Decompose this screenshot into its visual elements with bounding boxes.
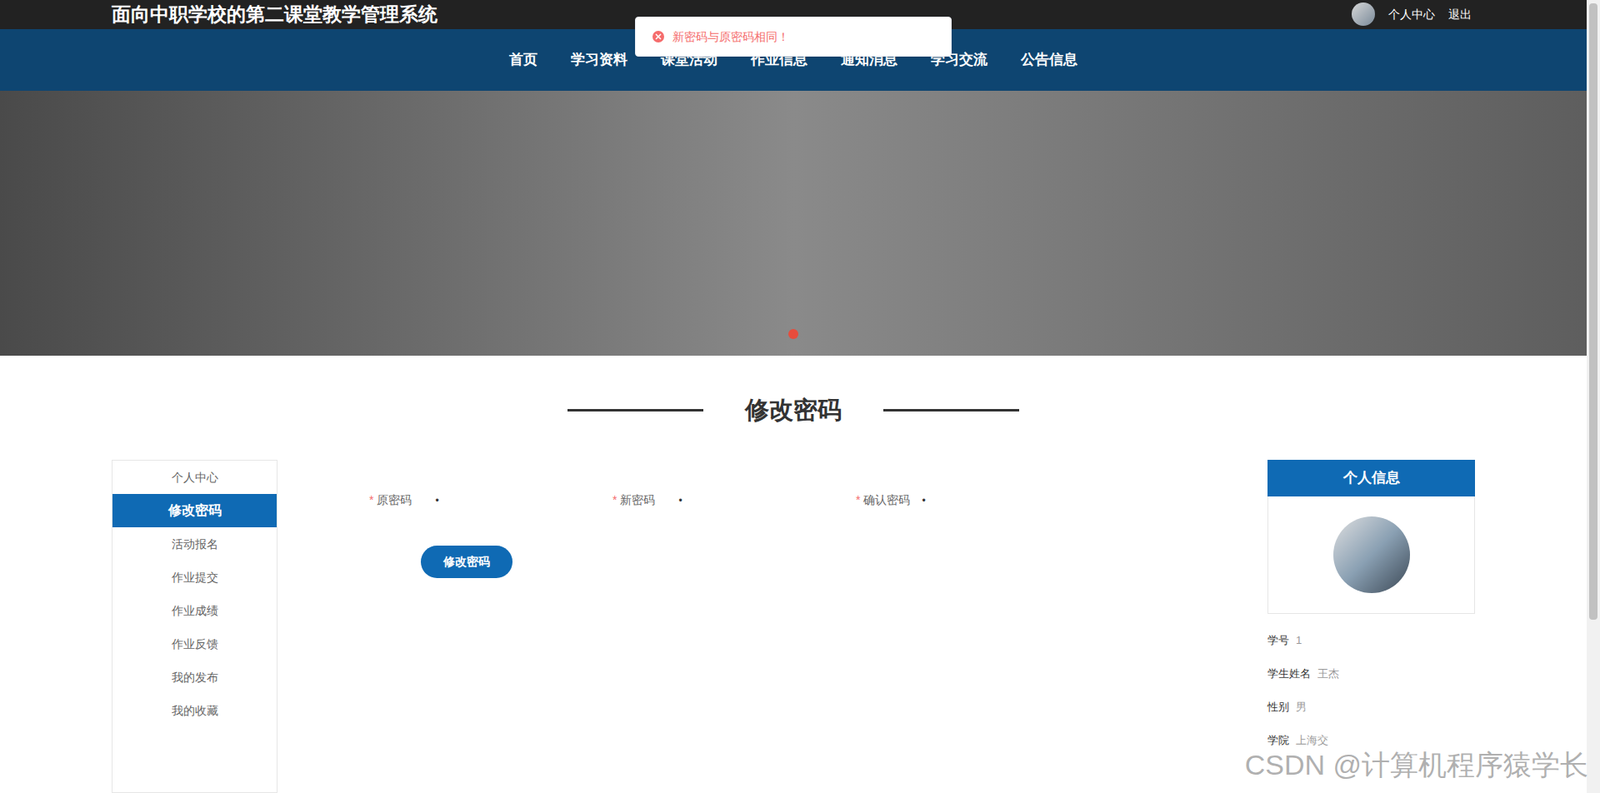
sidebar-item[interactable]: 作业提交 [112,560,277,595]
nav-item[interactable]: 学习资料 [570,49,628,71]
sidebar: 个人中心修改密码活动报名作业提交作业成绩作业反馈我的发布我的收藏 [111,460,278,793]
sidebar-item[interactable]: 活动报名 [112,527,277,561]
field-label: 新密码 [620,491,679,510]
nav-item[interactable]: 公告信息 [1020,49,1078,71]
content: 个人中心修改密码活动报名作业提交作业成绩作业反馈我的发布我的收藏*原密码•*新密… [111,460,1475,793]
page: 面向中职学校的第二课堂教学管理系统个人中心退出首页学习资料课堂活动作业信息通知消… [0,0,1600,793]
sidebar-item[interactable]: 修改密码 [112,494,277,528]
submit-button[interactable]: 修改密码 [420,545,513,579]
password-input[interactable]: • [678,493,804,509]
main: 面向中职学校的第二课堂教学管理系统个人中心退出首页学习资料课堂活动作业信息通知消… [0,0,1587,793]
toast-message: 新密码与原密码相同！ [672,28,790,46]
sidebar-item[interactable]: 作业成绩 [112,594,277,628]
profile-row: 学院上海交 [1267,724,1475,758]
heading-line [567,409,704,412]
heading-line [883,409,1020,412]
user-link[interactable]: 个人中心 [1388,5,1435,24]
banner [0,90,1587,355]
sidebar-item[interactable]: 我的收藏 [112,694,277,728]
site-title: 面向中职学校的第二课堂教学管理系统 [111,0,438,30]
sidebar-item[interactable]: 作业反馈 [112,627,277,661]
profile-header: 个人信息 [1267,460,1475,497]
user-link[interactable]: 退出 [1448,5,1472,24]
form-field: *确认密码• [855,491,1073,510]
profile-row: 性别男 [1267,690,1475,725]
sidebar-item[interactable]: 我的发布 [112,660,277,695]
page-heading: 修改密码 [0,355,1587,461]
nav-item[interactable]: 首页 [509,49,538,71]
user-avatar-icon[interactable] [1351,2,1375,26]
scrollbar-thumb[interactable] [1589,3,1598,620]
watermark: CSDN @计算机程序猿学长 [1245,744,1589,787]
form-field: *新密码• [612,491,856,510]
password-input[interactable]: • [921,493,1047,509]
profile-avatar-icon [1333,516,1410,594]
scrollbar[interactable] [1586,0,1600,793]
field-label: 原密码 [376,491,435,510]
password-input[interactable]: • [435,493,560,509]
carousel-dot[interactable] [788,329,799,340]
profile-row: 学生姓名王杰 [1267,657,1475,691]
field-label: 确认密码 [863,491,922,510]
password-form: *原密码•*新密码•*确认密码• 修改密码 [277,460,1268,579]
sidebar-item[interactable]: 个人中心 [112,460,277,495]
user-links: 个人中心退出 [1351,2,1475,26]
toast: 新密码与原密码相同！ [635,16,952,57]
error-icon [652,30,665,43]
profile-panel: 个人信息学号1学生姓名王杰性别男学院上海交 [1267,460,1475,758]
profile-row: 学号1 [1267,624,1475,658]
form-field: *原密码• [369,491,613,510]
